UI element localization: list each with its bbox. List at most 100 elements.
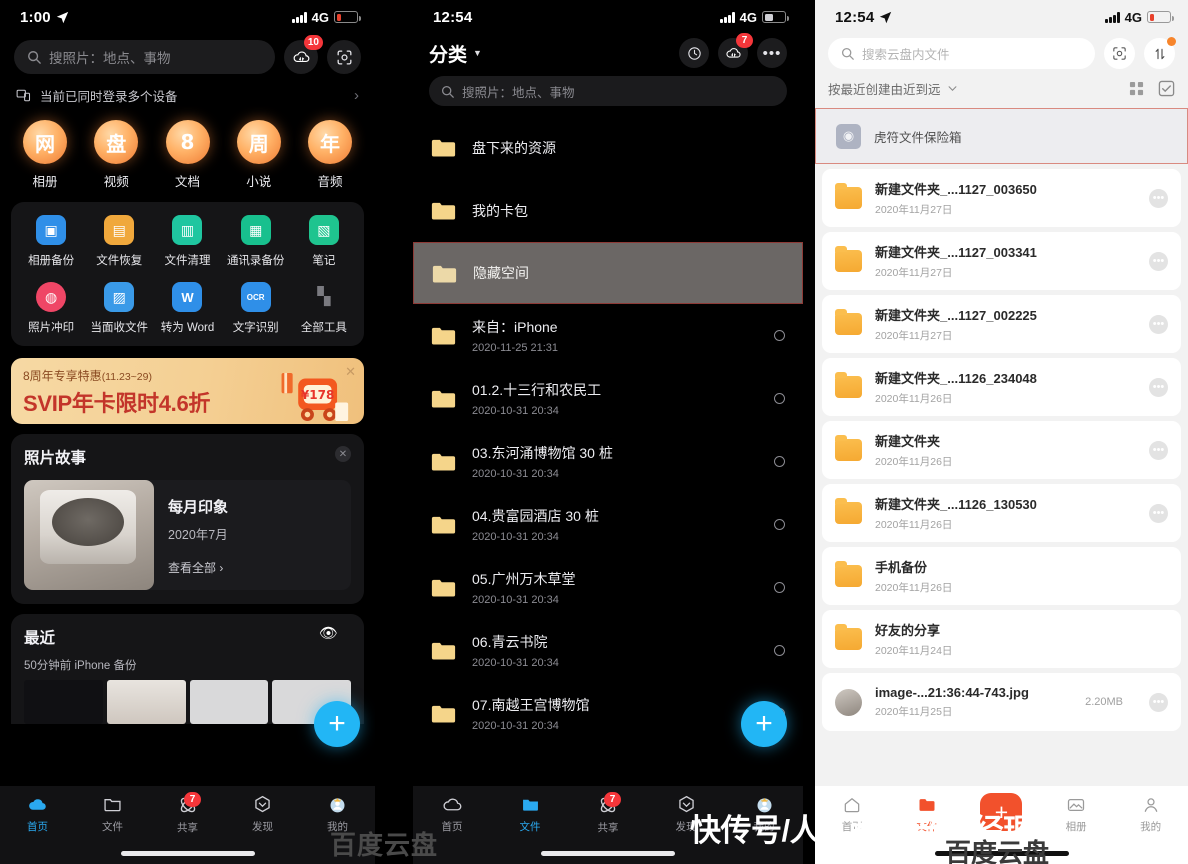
tool-file-clean[interactable]: ▥ 文件清理 xyxy=(153,215,221,268)
tab-mine[interactable]: 我的 xyxy=(1113,786,1188,842)
photo-story-body[interactable]: 每月印象 2020年7月 查看全部 › xyxy=(24,480,351,590)
promo-banner[interactable]: 8周年专享特惠(11.23~29) SVIP年卡限时4.6折 ✕ ¥178 xyxy=(11,358,364,424)
tab-share[interactable]: 7 共享 xyxy=(150,786,225,842)
table-row[interactable]: 好友的分享 2020年11月24日 xyxy=(822,610,1181,668)
status-time-group: 1:00 xyxy=(20,9,69,26)
file-name: 新建文件夹 xyxy=(875,434,941,449)
folder-icon xyxy=(431,516,456,534)
history-button[interactable] xyxy=(679,38,709,68)
more-dots-icon[interactable]: ••• xyxy=(1149,440,1168,460)
table-row[interactable]: 新建文件夹 2020年11月26日 ••• xyxy=(822,421,1181,479)
search-input[interactable]: 搜索云盘内文件 xyxy=(828,38,1095,69)
search-input[interactable]: 搜照片：地点、事物 xyxy=(14,40,275,74)
table-row[interactable]: 新建文件夹_...1127_003650 2020年11月27日 ••• xyxy=(822,169,1181,227)
recent-thumb[interactable] xyxy=(24,680,103,724)
transfer-button[interactable] xyxy=(1144,37,1176,69)
close-icon[interactable]: ✕ xyxy=(335,446,351,462)
photo-story-view-all[interactable]: 查看全部 › xyxy=(168,559,228,576)
more-dots-icon[interactable]: ••• xyxy=(1149,692,1168,712)
festival-item-video[interactable]: 盘 视频 xyxy=(87,120,145,190)
table-row[interactable]: 05.广州万木草堂 2020-10-31 20:34 xyxy=(413,556,803,619)
safe-box-icon: ◉ xyxy=(836,123,861,149)
select-radio[interactable] xyxy=(774,519,785,530)
table-row[interactable]: 06.青云书院 2020-10-31 20:34 xyxy=(413,619,803,682)
add-button[interactable]: + xyxy=(314,701,360,747)
tool-note[interactable]: ▧ 笔记 xyxy=(290,215,358,268)
scan-button[interactable] xyxy=(1104,38,1135,69)
table-row[interactable]: 04.贵富园酒店 30 桩 2020-10-31 20:34 xyxy=(413,493,803,556)
festival-item-doc[interactable]: 8 文档 xyxy=(159,120,217,190)
row-text: 新建文件夹 2020年11月26日 xyxy=(875,431,952,469)
table-row[interactable]: 03.东河涌博物馆 30 桩 2020-10-31 20:34 xyxy=(413,430,803,493)
tab-files[interactable]: 文件 xyxy=(75,786,150,842)
search-icon xyxy=(841,47,854,60)
select-radio[interactable] xyxy=(774,330,785,341)
tool-photo-print[interactable]: ◍ 照片冲印 xyxy=(17,282,85,335)
cloud-transfer-badge: 7 xyxy=(736,33,753,48)
table-row[interactable]: 新建文件夹_...1126_234048 2020年11月26日 ••• xyxy=(822,358,1181,416)
file-date: 2020-10-31 20:34 xyxy=(472,405,559,417)
row-text: 隐藏空间 xyxy=(473,263,529,283)
category-dropdown[interactable]: 分类 ▼ xyxy=(429,40,482,67)
select-radio[interactable] xyxy=(774,582,785,593)
row-text: 新建文件夹_...1127_003341 2020年11月27日 xyxy=(875,242,1037,280)
row-text: 来自：iPhone 2020-11-25 21:31 xyxy=(472,317,558,354)
select-radio[interactable] xyxy=(774,456,785,467)
festival-item-audio[interactable]: 年 音频 xyxy=(301,120,359,190)
tool-contacts-backup[interactable]: ▦ 通讯录备份 xyxy=(222,215,290,268)
table-row[interactable]: 新建文件夹_...1127_002225 2020年11月27日 ••• xyxy=(822,295,1181,353)
table-row[interactable]: 01.2.十三行和农民工 2020-10-31 20:34 xyxy=(413,367,803,430)
scan-button[interactable] xyxy=(327,40,361,74)
more-button[interactable]: ••• xyxy=(757,38,787,68)
search-icon xyxy=(28,51,41,64)
cloud-transfer-button[interactable]: 10 xyxy=(284,35,323,74)
table-row[interactable]: 我的卡包 xyxy=(413,179,803,242)
festival-label: 小说 xyxy=(246,175,272,189)
folder-icon xyxy=(431,705,456,723)
table-row-highlighted[interactable]: 隐藏空间 xyxy=(413,242,803,304)
grid-view-icon[interactable] xyxy=(1129,81,1144,96)
tool-ocr[interactable]: OCR 文字识别 xyxy=(222,282,290,335)
table-row[interactable]: 手机备份 2020年11月26日 xyxy=(822,547,1181,605)
file-date: 2020-10-31 20:34 xyxy=(472,657,559,669)
multi-device-notice[interactable]: 当前已同时登录多个设备 › xyxy=(0,84,375,114)
eye-icon[interactable]: 👁 xyxy=(319,624,338,642)
more-dots-icon[interactable]: ••• xyxy=(1149,377,1168,397)
recent-thumb[interactable] xyxy=(106,680,186,724)
tool-all[interactable]: ▚ 全部工具 xyxy=(290,282,358,335)
folder-icon xyxy=(431,390,456,408)
cloud-transfer-button[interactable]: 7 xyxy=(718,33,753,68)
add-button[interactable]: + xyxy=(741,701,787,747)
festival-item-album[interactable]: 网 相册 xyxy=(16,120,74,190)
table-row[interactable]: 新建文件夹_...1126_130530 2020年11月26日 ••• xyxy=(822,484,1181,542)
file-name: 隐藏空间 xyxy=(473,265,529,281)
compass-icon xyxy=(255,795,270,813)
status-time: 12:54 xyxy=(433,8,473,26)
table-row-highlighted[interactable]: ◉ 虎符文件保险箱 xyxy=(815,108,1188,164)
select-radio[interactable] xyxy=(774,645,785,656)
search-input[interactable]: 搜照片：地点、事物 xyxy=(429,76,787,106)
table-row[interactable]: 新建文件夹_...1127_003341 2020年11月27日 ••• xyxy=(822,232,1181,290)
tab-home[interactable]: 首页 xyxy=(0,786,75,842)
more-dots-icon[interactable]: ••• xyxy=(1149,188,1168,208)
table-row[interactable]: 盘下来的资源 xyxy=(413,116,803,179)
row-text: 04.贵富园酒店 30 桩 2020-10-31 20:34 xyxy=(472,506,599,543)
more-dots-icon[interactable]: ••• xyxy=(1149,251,1168,271)
tool-face-to-face[interactable]: ▨ 当面收文件 xyxy=(85,282,153,335)
festival-item-novel[interactable]: 周 小说 xyxy=(230,120,288,190)
tool-album-backup[interactable]: ▣ 相册备份 xyxy=(17,215,85,268)
checkbox-select-icon[interactable] xyxy=(1158,80,1175,97)
tab-files[interactable]: 文件 xyxy=(491,786,569,842)
recent-thumb[interactable] xyxy=(189,680,269,724)
tab-photos[interactable]: 相册 xyxy=(1039,786,1114,842)
more-dots-icon[interactable]: ••• xyxy=(1149,503,1168,523)
table-row[interactable]: image-...21:36:44-743.jpg 2020年11月25日 2.… xyxy=(822,673,1181,731)
tab-discover[interactable]: 发现 xyxy=(225,786,300,842)
tab-share[interactable]: 7 共享 xyxy=(569,786,647,842)
table-row[interactable]: 来自：iPhone 2020-11-25 21:31 xyxy=(413,304,803,367)
select-radio[interactable] xyxy=(774,393,785,404)
more-dots-icon[interactable]: ••• xyxy=(1149,314,1168,334)
tool-to-word[interactable]: W 转为 Word xyxy=(153,282,221,335)
sort-dropdown[interactable]: 按最近创建由近到远 xyxy=(828,79,958,98)
tool-file-restore[interactable]: ▤ 文件恢复 xyxy=(85,215,153,268)
